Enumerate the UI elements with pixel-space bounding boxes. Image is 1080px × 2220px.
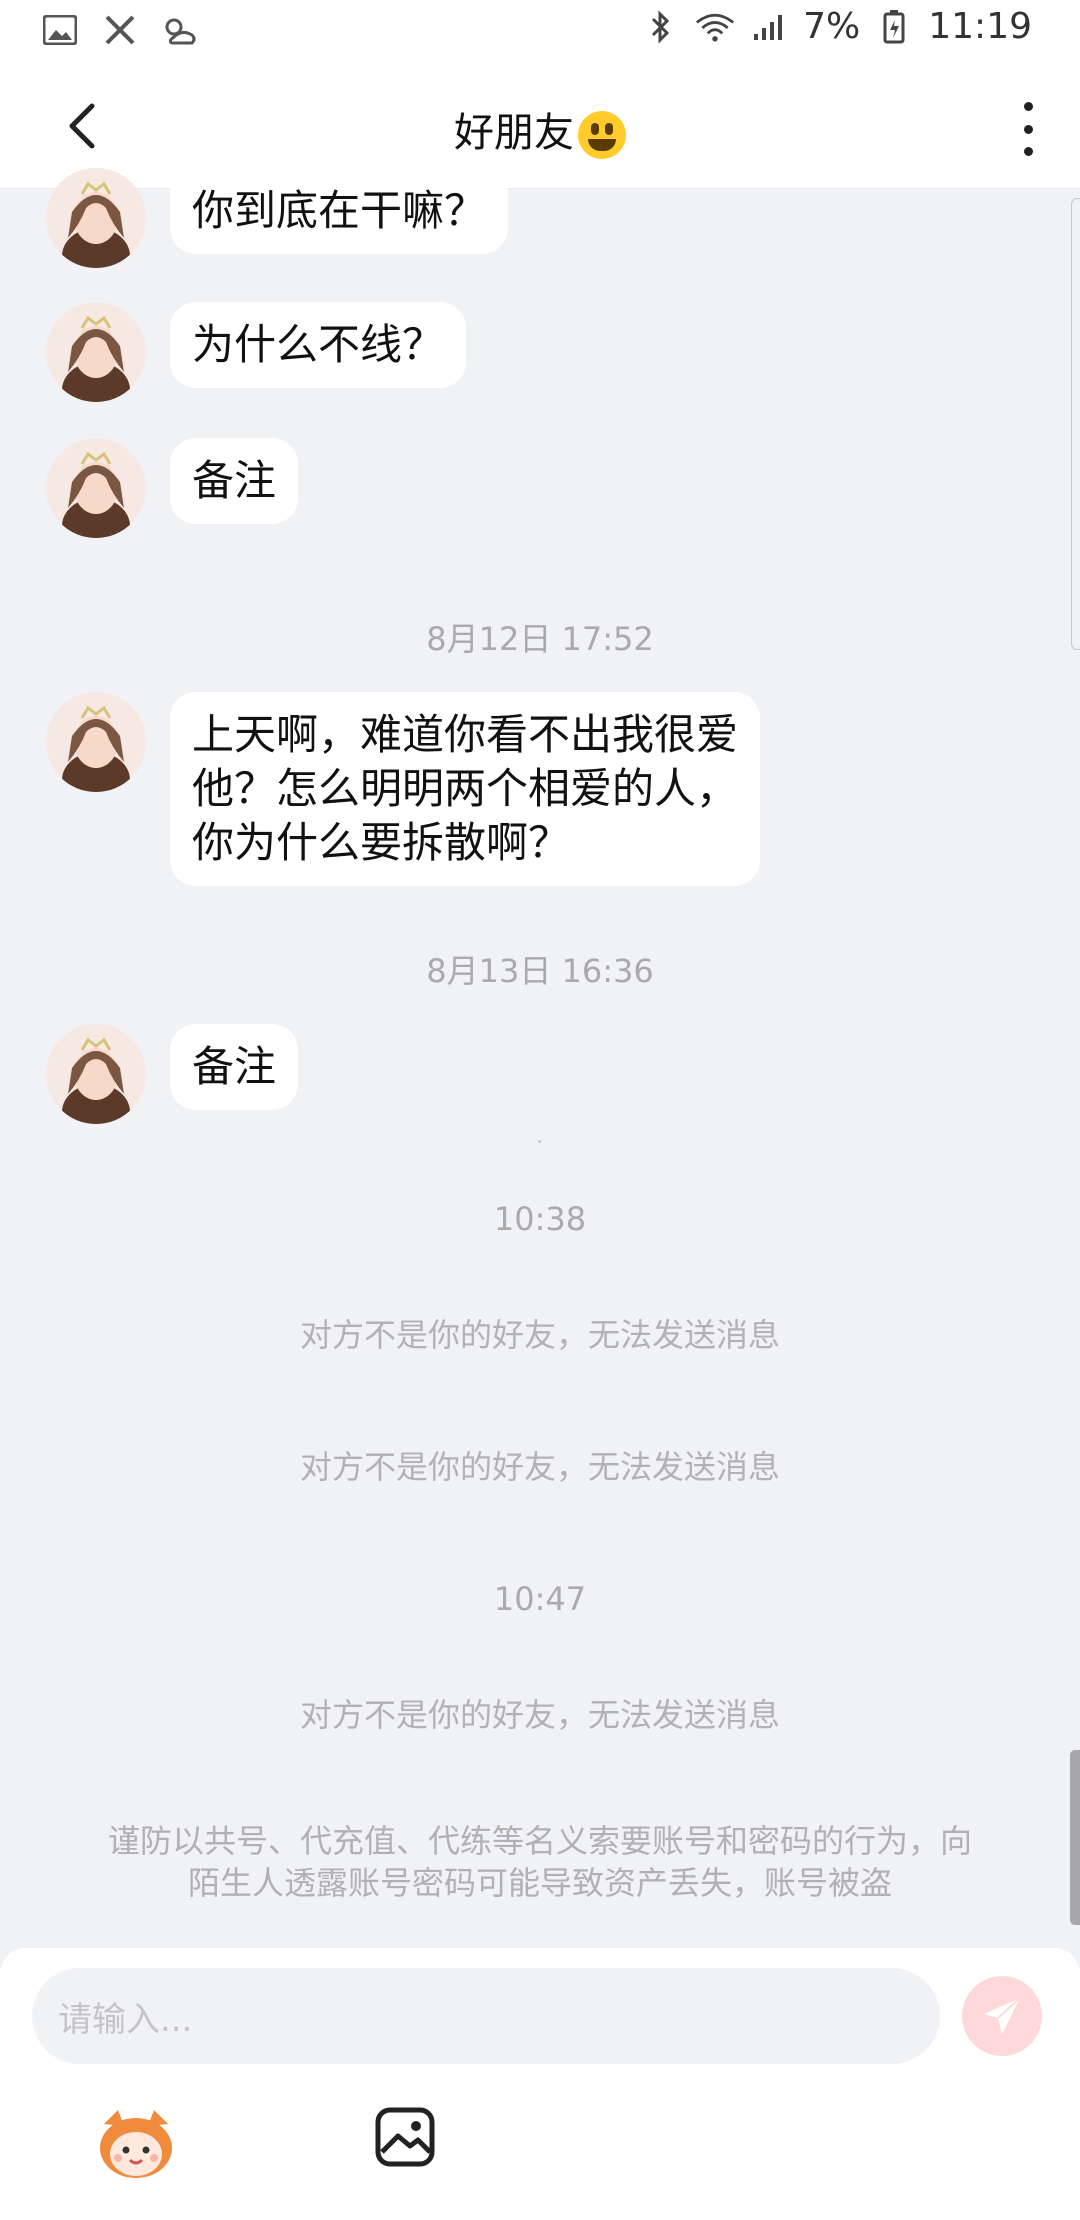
avatar[interactable] [46, 302, 146, 402]
message-input[interactable]: 请输入... [32, 1968, 940, 2064]
grinning-emoji-icon [578, 111, 626, 159]
message-bubble[interactable]: 为什么不线？ [170, 302, 467, 388]
message-bubble[interactable]: 备注 [170, 438, 299, 524]
wifi-icon [695, 7, 735, 47]
safety-warning: 谨防以共号、代充值、代练等名义索要账号和密码的行为，向 陌生人透露账号密码可能导… [60, 1820, 1020, 1904]
safety-warning-line: 陌生人透露账号密码可能导致资产丢失，账号被盗 [187, 1864, 892, 1902]
timestamp: 10:38 [493, 1200, 587, 1238]
more-dot-icon [1023, 102, 1033, 111]
chat-title-text: 好朋友 [454, 110, 574, 156]
timestamp: 8月13日 16:36 [426, 952, 654, 990]
separator-dot [538, 1140, 541, 1143]
scrollbar-track [1071, 198, 1080, 650]
battery-icon [874, 7, 914, 47]
avatar[interactable] [46, 692, 146, 792]
clock: 11:19 [928, 6, 1032, 47]
message-row: 备注 [46, 1024, 299, 1124]
safety-warning-line: 谨防以共号、代充值、代练等名义索要账号和密码的行为，向 [107, 1822, 972, 1860]
timestamp: 8月12日 17:52 [426, 620, 654, 658]
send-icon [984, 1997, 1021, 2034]
send-button[interactable] [962, 1976, 1042, 2056]
more-dot-icon [1023, 147, 1033, 156]
system-message: 对方不是你的好友，无法发送消息 [299, 1316, 780, 1354]
mascot-icon [100, 2110, 172, 2178]
more-options-button[interactable] [1016, 102, 1040, 156]
message-bubble[interactable]: 上天啊，难道你看不出我很爱 他？怎么明明两个相爱的人， 你为什么要拆散啊？ [170, 692, 761, 886]
input-bar: 请输入... [0, 1948, 1080, 2220]
timestamp: 10:47 [493, 1580, 587, 1618]
scrollbar-thumb[interactable] [1070, 1750, 1080, 1925]
message-row: 你到底在干嘛？ [46, 168, 509, 268]
chat-title: 好朋友 [0, 100, 1080, 159]
message-row: 上天啊，难道你看不出我很爱 他？怎么明明两个相爱的人， 你为什么要拆散啊？ [46, 692, 761, 886]
avatar[interactable] [46, 438, 146, 538]
image-picker-button[interactable] [374, 2106, 436, 2168]
more-dot-icon [1023, 124, 1033, 134]
image-icon [375, 2107, 435, 2167]
battery-percent: 7% [803, 6, 861, 47]
system-message: 对方不是你的好友，无法发送消息 [299, 1448, 780, 1486]
signal-icon [749, 7, 789, 47]
tools-notification-icon [100, 10, 140, 50]
status-bar: 7% 11:19 [0, 0, 1080, 62]
message-row: 为什么不线？ [46, 302, 467, 402]
system-message: 对方不是你的好友，无法发送消息 [299, 1696, 780, 1734]
avatar[interactable] [46, 1024, 146, 1124]
bluetooth-icon [641, 7, 681, 47]
message-row: 备注 [46, 438, 299, 538]
emoji-mascot-button[interactable] [94, 2104, 178, 2180]
weather-notification-icon [160, 10, 200, 50]
message-bubble[interactable]: 你到底在干嘛？ [170, 168, 509, 254]
gallery-notification-icon [40, 10, 80, 50]
avatar[interactable] [46, 168, 146, 268]
message-bubble[interactable]: 备注 [170, 1024, 299, 1110]
message-input-placeholder: 请输入... [58, 1999, 193, 2040]
